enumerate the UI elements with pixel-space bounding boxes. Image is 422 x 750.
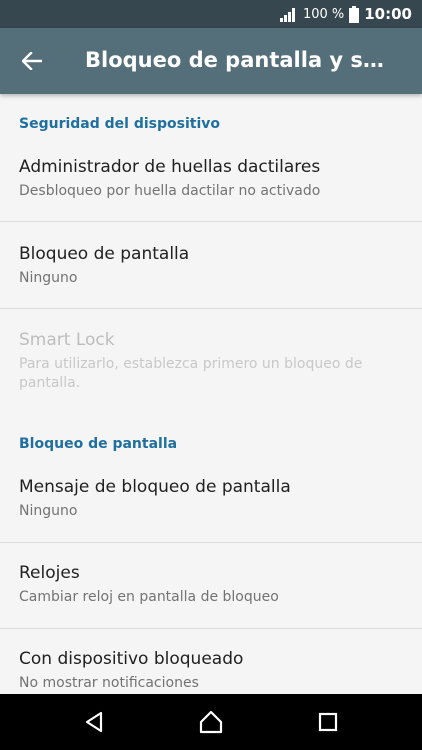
item-title: Mensaje de bloqueo de pantalla bbox=[19, 477, 291, 497]
item-title: Bloqueo de pantalla bbox=[19, 244, 190, 264]
settings-item-mensaje-bloqueo[interactable]: Mensaje de bloqueo de pantalla Ninguno bbox=[0, 464, 422, 542]
navigation-bar bbox=[0, 694, 422, 750]
item-subtitle: Ninguno bbox=[19, 270, 78, 286]
item-title: Smart Lock bbox=[19, 330, 115, 350]
settings-item-relojes[interactable]: Relojes Cambiar reloj en pantalla de blo… bbox=[0, 543, 422, 629]
nav-back-button[interactable] bbox=[70, 704, 118, 740]
section-header-seguridad: Seguridad del dispositivo bbox=[19, 116, 220, 132]
nav-back-icon bbox=[85, 711, 103, 733]
settings-item-smart-lock: Smart Lock Para utilizarlo, establezca p… bbox=[0, 309, 422, 404]
item-subtitle: No mostrar notificaciones bbox=[19, 675, 199, 691]
section-header-bloqueo: Bloqueo de pantalla bbox=[19, 436, 178, 452]
item-title: Relojes bbox=[19, 563, 80, 583]
settings-list: Seguridad del dispositivo Administrador … bbox=[0, 94, 422, 694]
item-title: Administrador de huellas dactilares bbox=[19, 157, 321, 177]
back-button[interactable] bbox=[14, 45, 50, 77]
battery-percentage: 100 % bbox=[302, 6, 345, 22]
nav-recents-icon bbox=[318, 712, 338, 732]
item-subtitle: Para utilizarlo, establezca primero un b… bbox=[19, 356, 363, 391]
settings-item-huellas[interactable]: Administrador de huellas dactilares Desb… bbox=[0, 144, 422, 222]
item-subtitle: Ninguno bbox=[19, 503, 78, 519]
status-bar: 100 % 10:00 bbox=[0, 0, 422, 28]
nav-home-icon bbox=[199, 710, 223, 734]
item-subtitle: Desbloqueo por huella dactilar no activa… bbox=[19, 183, 321, 199]
item-subtitle: Cambiar reloj en pantalla de bloqueo bbox=[19, 589, 279, 605]
cellular-signal-icon bbox=[279, 8, 295, 22]
app-bar: Bloqueo de pantalla y segur… bbox=[0, 28, 422, 94]
nav-home-button[interactable] bbox=[187, 704, 235, 740]
page-title: Bloqueo de pantalla y segur… bbox=[85, 48, 391, 72]
clock: 10:00 bbox=[364, 5, 412, 23]
status-indicators: 100 % 10:00 bbox=[279, 0, 412, 28]
item-title: Con dispositivo bloqueado bbox=[19, 649, 244, 669]
settings-item-dispositivo-bloqueado[interactable]: Con dispositivo bloqueado No mostrar not… bbox=[0, 629, 422, 694]
nav-recents-button[interactable] bbox=[304, 704, 352, 740]
back-arrow-icon bbox=[22, 52, 42, 70]
battery-icon bbox=[349, 5, 360, 23]
settings-item-bloqueo-pantalla[interactable]: Bloqueo de pantalla Ninguno bbox=[0, 222, 422, 308]
